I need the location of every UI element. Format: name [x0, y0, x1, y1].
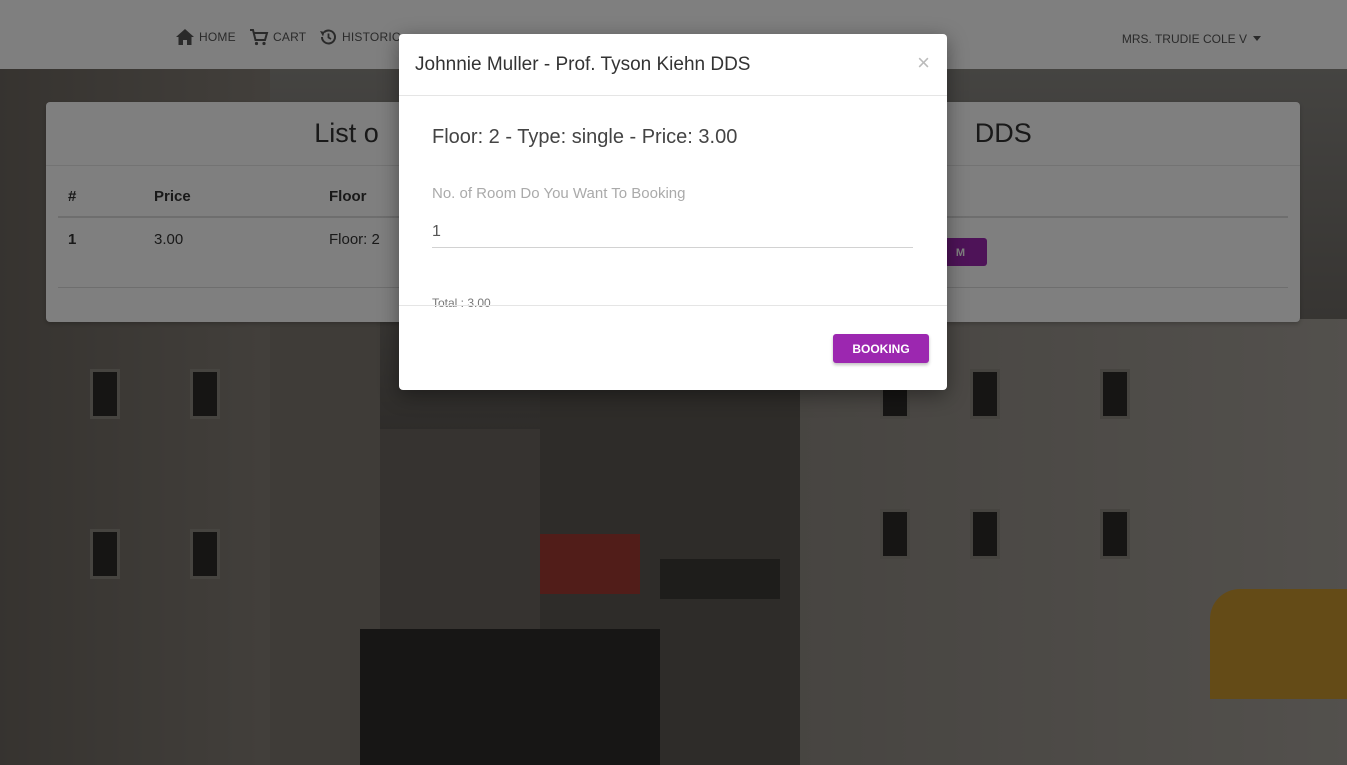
modal-title: Johnnie Muller - Prof. Tyson Kiehn DDS [415, 54, 751, 75]
room-count-input[interactable] [432, 216, 913, 248]
modal-footer-divider [399, 305, 947, 306]
booking-button[interactable]: BOOKING [833, 334, 929, 363]
room-info: Floor: 2 - Type: single - Price: 3.00 [432, 126, 738, 148]
close-button[interactable]: × [917, 52, 930, 74]
booking-modal: Johnnie Muller - Prof. Tyson Kiehn DDS ×… [399, 34, 947, 390]
total-text: Total : 3.00 [432, 296, 491, 310]
modal-header-divider [399, 95, 947, 96]
room-count-label: No. of Room Do You Want To Booking [432, 185, 686, 202]
